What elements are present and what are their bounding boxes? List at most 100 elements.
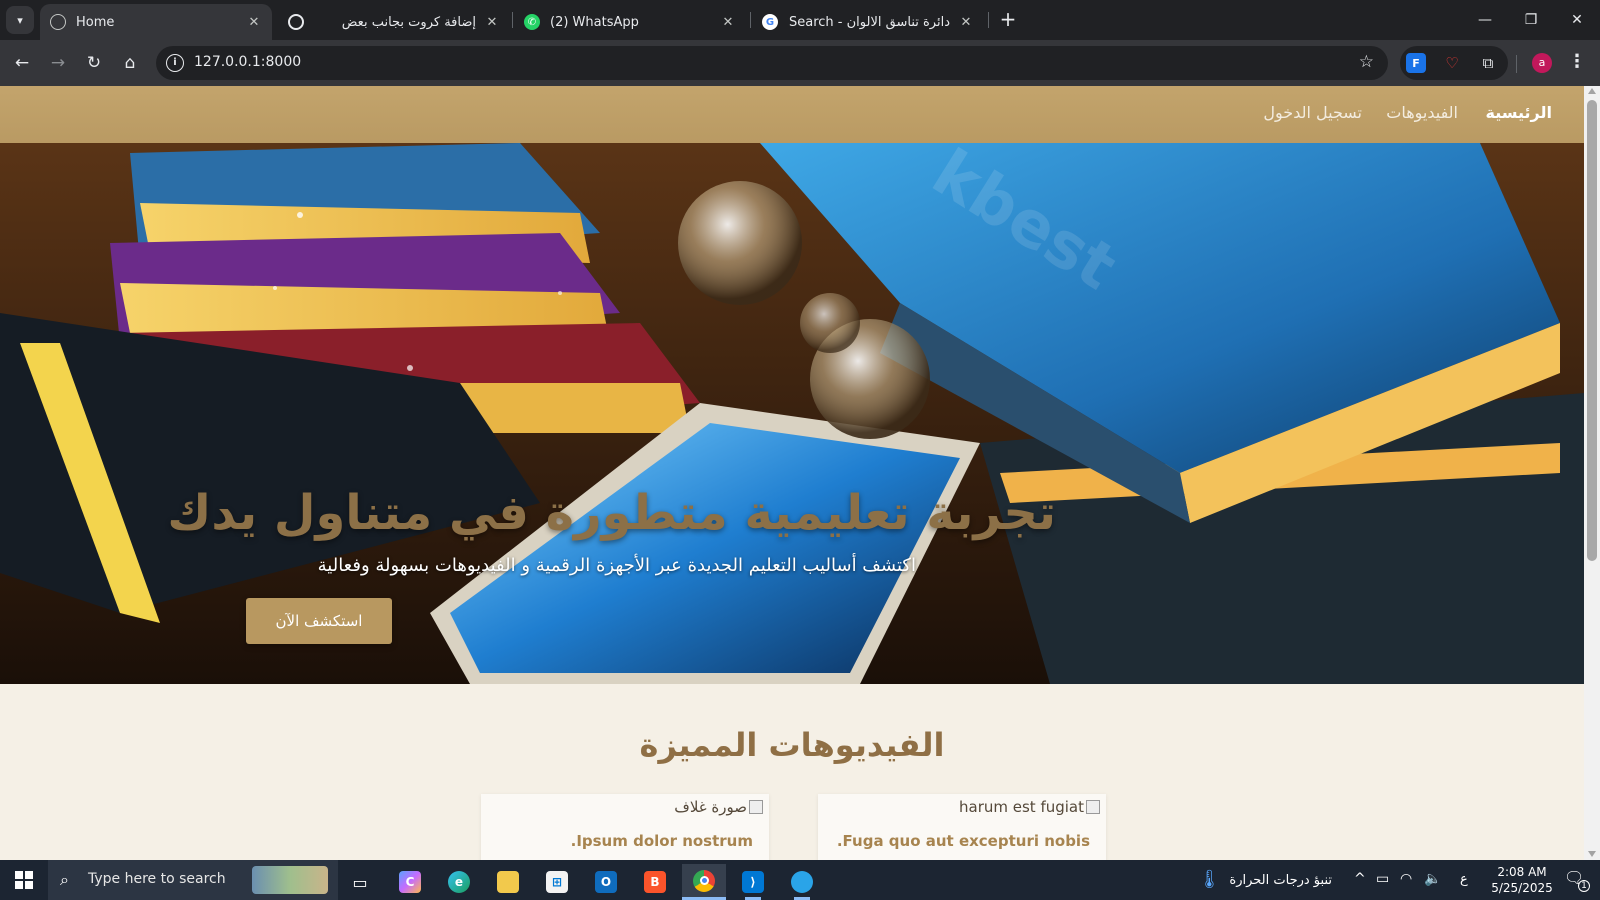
weather-widget-text[interactable]: تنبؤ درجات الحرارة — [1214, 873, 1332, 888]
tab-separator — [512, 12, 513, 28]
video-card[interactable]: صورة غلاف Ipsum dolor nostrum. — [481, 794, 769, 860]
show-hidden-icons-chevron-icon[interactable]: ^ — [1354, 871, 1366, 887]
hero-subtitle: اكتشف أساليب التعليم الجديدة عبر الأجهزة… — [317, 555, 916, 576]
back-button[interactable]: ← — [8, 49, 36, 77]
cover-image-broken[interactable]: harum est fugiat — [959, 798, 1100, 816]
page-viewport: الرئيسية الفيديوهات تسجيل الدخول kbest ت… — [0, 86, 1600, 860]
brave-button[interactable]: B — [633, 864, 677, 900]
app-blue-icon — [791, 871, 813, 893]
notification-count-badge: 1 — [1578, 880, 1590, 892]
tab-search-button[interactable]: ▾ — [6, 6, 34, 34]
browser-toolbar: ← → ↻ ⌂ i 127.0.0.1:8000 ☆ F ♡ ⧉ a ⋮ — [0, 40, 1600, 86]
close-icon[interactable]: ✕ — [246, 15, 262, 30]
extensions-puzzle-icon[interactable]: ⧉ — [1478, 53, 1498, 73]
hero-section: kbest تجربة تعليمية متطورة في متناول يدك… — [0, 143, 1584, 684]
url-text[interactable]: 127.0.0.1:8000 — [194, 54, 301, 70]
heart-extension-icon[interactable]: ♡ — [1442, 53, 1462, 73]
tab-separator — [988, 12, 989, 28]
taskbar-search-box[interactable]: ⌕ Type here to search — [48, 860, 338, 900]
restore-button[interactable]: ❐ — [1508, 0, 1554, 40]
scroll-up-arrow-icon[interactable] — [1588, 88, 1596, 94]
close-icon: ✕ — [1571, 12, 1583, 28]
close-icon[interactable]: ✕ — [958, 15, 974, 30]
browser-tab-home[interactable]: Home ✕ — [40, 4, 272, 40]
image-alt-text: harum est fugiat — [959, 798, 1084, 816]
whatsapp-icon: ✆ — [524, 14, 540, 30]
forward-button[interactable]: → — [44, 49, 72, 77]
broken-image-icon — [749, 800, 763, 814]
site-info-icon[interactable]: i — [166, 54, 184, 72]
vscode-button[interactable]: ⟩ — [731, 864, 775, 900]
kebab-menu-icon[interactable]: ⋮ — [1566, 50, 1588, 76]
close-icon[interactable]: ✕ — [484, 15, 500, 30]
outlook-button[interactable]: O — [584, 864, 628, 900]
broken-image-icon — [1086, 800, 1100, 814]
notification-center-button[interactable]: 🗨 1 — [1564, 868, 1590, 892]
copilot-button[interactable]: C — [388, 864, 432, 900]
globe-icon — [50, 14, 66, 30]
brave-icon: B — [644, 871, 666, 893]
browser-tab-strip: ▾ Home ✕ إضافة كروت بجانب بعض ✕ ✆ (2) Wh… — [0, 0, 1600, 40]
edge-button[interactable]: e — [437, 864, 481, 900]
video-card-title[interactable]: Fuga quo aut excepturi nobis. — [837, 832, 1090, 850]
browser-tab-chatgpt[interactable]: إضافة كروت بجانب بعض ✕ — [278, 4, 510, 40]
address-bar[interactable]: i 127.0.0.1:8000 ☆ — [156, 46, 1388, 80]
page-scrollbar[interactable] — [1584, 86, 1600, 860]
edge-icon: e — [448, 871, 470, 893]
browser-tab-google[interactable]: G دائرة تناسق الالوان - Google Search ✕ — [752, 4, 984, 40]
hero-background-image: kbest — [0, 143, 1584, 684]
windows-logo-icon — [15, 871, 33, 889]
search-icon: ⌕ — [60, 870, 69, 889]
task-view-button[interactable]: ▭ — [338, 864, 382, 900]
extensions-group: F ♡ ⧉ — [1400, 46, 1508, 80]
arrow-left-icon: ← — [14, 53, 30, 73]
tab-separator — [750, 12, 751, 28]
scrollbar-thumb[interactable] — [1587, 100, 1597, 561]
minimize-icon: — — [1478, 12, 1492, 28]
new-tab-button[interactable]: + — [996, 8, 1020, 32]
copilot-icon: C — [399, 871, 421, 893]
site-navbar: الرئيسية الفيديوهات تسجيل الدخول — [0, 86, 1584, 143]
chrome-icon — [693, 869, 715, 892]
windows-taskbar: ⌕ Type here to search ▭ C e ⊞ O B ⟩ 🌡 تن… — [0, 860, 1600, 900]
input-language-indicator[interactable]: ع — [1460, 872, 1468, 887]
battery-icon[interactable]: ▭ — [1376, 871, 1389, 887]
start-button[interactable] — [0, 860, 48, 900]
browser-tab-whatsapp[interactable]: ✆ (2) WhatsApp ✕ — [514, 4, 746, 40]
extension-f-icon[interactable]: F — [1406, 53, 1426, 73]
wifi-icon[interactable]: ◠ — [1400, 871, 1412, 887]
folder-icon — [497, 871, 519, 893]
file-explorer-button[interactable] — [486, 864, 530, 900]
clock-time: 2:08 AM — [1497, 865, 1547, 879]
system-clock[interactable]: 2:08 AM 5/25/2025 — [1480, 864, 1564, 896]
scroll-down-arrow-icon[interactable] — [1588, 851, 1596, 857]
app-button[interactable] — [780, 864, 824, 900]
chrome-button[interactable] — [682, 864, 726, 900]
close-icon[interactable]: ✕ — [720, 15, 736, 30]
google-icon: G — [762, 14, 778, 30]
nav-link-videos[interactable]: الفيديوهات — [1386, 103, 1458, 122]
vscode-icon: ⟩ — [742, 871, 764, 893]
minimize-button[interactable]: — — [1462, 0, 1508, 40]
tab-title: دائرة تناسق الالوان - Google Search — [788, 14, 950, 30]
reload-button[interactable]: ↻ — [80, 49, 108, 77]
arrow-right-icon: → — [50, 53, 66, 73]
tab-title: إضافة كروت بجانب بعض — [341, 14, 476, 30]
clock-date: 5/25/2025 — [1491, 881, 1553, 895]
restore-icon: ❐ — [1524, 12, 1538, 28]
tab-title: Home — [76, 14, 115, 30]
explore-now-button[interactable]: استكشف الآن — [246, 598, 392, 644]
close-window-button[interactable]: ✕ — [1554, 0, 1600, 40]
nav-link-login[interactable]: تسجيل الدخول — [1263, 103, 1362, 122]
video-card[interactable]: harum est fugiat Fuga quo aut excepturi … — [818, 794, 1106, 860]
home-button[interactable]: ⌂ — [116, 49, 144, 77]
tab-title: (2) WhatsApp — [550, 14, 639, 30]
nav-link-home[interactable]: الرئيسية — [1486, 103, 1553, 122]
microsoft-store-button[interactable]: ⊞ — [535, 864, 579, 900]
volume-icon[interactable]: 🔈 — [1424, 871, 1441, 887]
store-icon: ⊞ — [546, 871, 568, 893]
bookmark-star-icon[interactable]: ☆ — [1359, 52, 1374, 72]
profile-avatar[interactable]: a — [1532, 53, 1552, 73]
cover-image-broken[interactable]: صورة غلاف — [674, 798, 763, 816]
video-card-title[interactable]: Ipsum dolor nostrum. — [571, 832, 753, 850]
